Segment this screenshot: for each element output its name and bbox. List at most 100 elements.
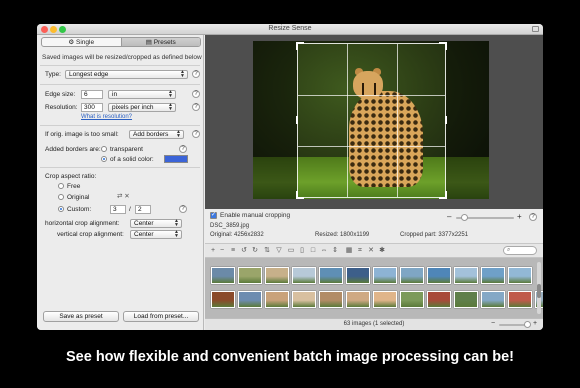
what-is-resolution-link[interactable]: What is resolution? xyxy=(81,114,132,120)
radio-crop-free[interactable] xyxy=(58,183,64,189)
rotate-right-icon[interactable]: ↻ xyxy=(251,246,259,255)
chevron-updown-icon: ▲ ▼ xyxy=(174,218,179,228)
thumbnail-image[interactable] xyxy=(238,267,262,284)
radio-crop-custom[interactable] xyxy=(58,206,64,212)
thumbnail-image[interactable] xyxy=(211,291,235,308)
crop-ratio-label: Crop aspect ratio: xyxy=(45,173,97,180)
crop-handle-left[interactable] xyxy=(296,116,298,124)
search-field[interactable]: ⌕ xyxy=(503,246,537,255)
add-icon[interactable]: + xyxy=(209,246,217,255)
portrait-icon[interactable]: ▯ xyxy=(298,246,306,255)
h-align-select[interactable]: Center ▲ ▼ xyxy=(130,219,182,228)
landscape-icon[interactable]: ▭ xyxy=(287,246,295,255)
square-icon[interactable]: □ xyxy=(309,246,317,255)
thumbnail-image[interactable] xyxy=(292,267,316,284)
thumbnail-image[interactable] xyxy=(373,291,397,308)
filter-icon[interactable]: ▽ xyxy=(275,246,283,255)
tab-single[interactable]: ⚙ Single xyxy=(42,38,121,46)
cropped-size: Cropped part: 3377x2251 xyxy=(400,232,469,238)
crop-rectangle[interactable] xyxy=(296,42,447,199)
thumbnail-image[interactable] xyxy=(400,291,424,308)
radio-transparent[interactable] xyxy=(101,146,107,152)
rotate-left-icon[interactable]: ↺ xyxy=(240,246,248,255)
save-as-preset-button[interactable]: Save as preset xyxy=(43,311,119,322)
edge-size-input[interactable]: 6 xyxy=(81,90,103,99)
expand-icon[interactable]: ✕ xyxy=(367,246,375,255)
thumbnail-image[interactable] xyxy=(292,291,316,308)
thumbnail-image[interactable] xyxy=(265,267,289,284)
thumb-size-small-icon[interactable]: − xyxy=(491,320,495,327)
radio-crop-original[interactable] xyxy=(58,194,64,200)
thumbnail-image[interactable] xyxy=(427,267,451,284)
sort-icon[interactable]: ⇅ xyxy=(263,246,271,255)
thumbnail-image[interactable] xyxy=(319,267,343,284)
list-icon: ▤ xyxy=(145,39,154,46)
remove-icon[interactable]: − xyxy=(218,246,226,255)
manual-cropping-checkbox[interactable]: ✓ xyxy=(210,212,217,219)
thumb-size-large-icon[interactable]: + xyxy=(533,320,537,327)
thumbnail-image[interactable] xyxy=(319,291,343,308)
preview-photo[interactable] xyxy=(253,41,489,199)
help-icon[interactable]: ? xyxy=(179,205,187,213)
thumbnail-image[interactable] xyxy=(211,267,235,284)
crop-handle-top-right[interactable] xyxy=(439,42,447,50)
flip-vertical-icon[interactable]: ⇕ xyxy=(331,246,339,255)
shrink-icon[interactable]: ✱ xyxy=(378,246,386,255)
thumbnail-image[interactable] xyxy=(265,291,289,308)
resolution-input[interactable]: 300 xyxy=(81,103,103,112)
help-icon[interactable]: ? xyxy=(192,130,200,138)
crop-handle-bottom-right[interactable] xyxy=(439,191,447,199)
swap-ratio-icon[interactable]: ⇄ ✕ xyxy=(117,192,130,200)
ratio-height-input[interactable]: 2 xyxy=(135,205,151,214)
resolution-unit-select[interactable]: pixels per inch ▲ ▼ xyxy=(108,103,176,112)
help-icon[interactable]: ? xyxy=(192,90,200,98)
manual-cropping-label: Enable manual cropping xyxy=(220,212,291,219)
tab-presets[interactable]: ▤ Presets xyxy=(120,38,200,46)
help-icon[interactable]: ? xyxy=(192,70,200,78)
thumbnail-image[interactable] xyxy=(238,291,262,308)
zoom-out-icon[interactable]: – xyxy=(447,212,451,221)
edge-unit-select[interactable]: in ▲ ▼ xyxy=(108,90,176,99)
thumb-size-slider-knob[interactable] xyxy=(524,321,531,328)
crop-grid-line xyxy=(347,44,348,197)
too-small-select[interactable]: Add borders ▲ ▼ xyxy=(129,130,184,139)
thumbnail-image[interactable] xyxy=(481,267,505,284)
chevron-updown-icon: ▲ ▼ xyxy=(176,129,181,139)
border-color-well[interactable] xyxy=(164,155,188,163)
filename: DSC_3859.jpg xyxy=(210,223,250,229)
thumbnail-image[interactable] xyxy=(373,267,397,284)
help-icon[interactable]: ? xyxy=(192,103,200,111)
radio-crop-original-label: Original xyxy=(67,194,90,201)
load-from-preset-button[interactable]: Load from preset... xyxy=(123,311,199,322)
thumbnail-image[interactable] xyxy=(454,291,478,308)
zoom-slider-knob[interactable] xyxy=(461,214,468,221)
crop-icon[interactable]: ⌗ xyxy=(356,246,364,255)
vertical-scrollbar[interactable] xyxy=(537,262,541,314)
v-align-select[interactable]: Center ▲ ▼ xyxy=(130,230,182,239)
crop-handle-right[interactable] xyxy=(445,116,447,124)
crop-handle-top-left[interactable] xyxy=(296,42,304,50)
fullscreen-icon[interactable] xyxy=(532,26,539,32)
thumbnail-image[interactable] xyxy=(427,291,451,308)
help-icon[interactable]: ? xyxy=(529,213,537,221)
ratio-width-input[interactable]: 3 xyxy=(110,205,126,214)
too-small-label: If orig. image is too small: xyxy=(45,131,119,138)
type-select[interactable]: Longest edge ▲ ▼ xyxy=(65,70,188,79)
thumbnail-image[interactable] xyxy=(454,267,478,284)
thumbnail-image[interactable] xyxy=(508,291,532,308)
h-align-value: Center xyxy=(134,220,154,227)
list-view-icon[interactable]: ≡ xyxy=(229,246,237,255)
radio-solid-color[interactable] xyxy=(101,156,107,162)
flip-horizontal-icon[interactable]: ⇔ xyxy=(320,246,328,255)
thumbnail-image[interactable] xyxy=(400,267,424,284)
thumbnail-image[interactable] xyxy=(346,267,370,284)
gear-icon: ⚙ xyxy=(68,39,77,46)
title-bar: Resize Sense xyxy=(37,24,543,35)
thumbnail-image[interactable] xyxy=(346,291,370,308)
thumbnail-image[interactable] xyxy=(481,291,505,308)
thumbnail-image[interactable] xyxy=(508,267,532,284)
help-icon[interactable]: ? xyxy=(179,145,187,153)
crop-handle-bottom-left[interactable] xyxy=(296,191,304,199)
zoom-in-icon[interactable]: + xyxy=(517,212,522,221)
grid-icon[interactable]: ▦ xyxy=(345,246,353,255)
